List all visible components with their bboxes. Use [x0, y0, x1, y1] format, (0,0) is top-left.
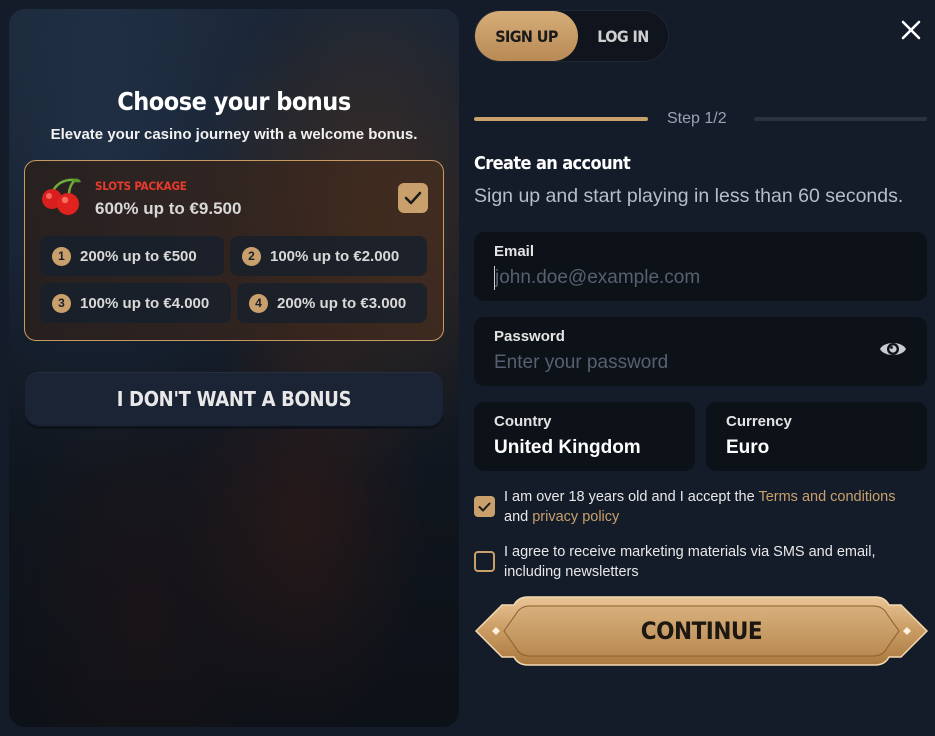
country-value: United Kingdom: [494, 437, 641, 458]
slots-package-card[interactable]: SLOTS PACKAGE 600% up to €9.500 1 200% u…: [24, 160, 444, 341]
form-subtitle: Sign up and start playing in less than 6…: [474, 185, 904, 207]
progress-bar-remaining: [754, 117, 927, 121]
deposit-text: 200% up to €3.000: [277, 294, 407, 312]
deposit-4: 4 200% up to €3.000: [237, 283, 427, 323]
close-icon[interactable]: [899, 18, 923, 42]
package-label: SLOTS PACKAGE: [95, 179, 187, 193]
country-select[interactable]: Country United Kingdom: [474, 402, 695, 471]
password-field[interactable]: Password: [474, 317, 927, 386]
currency-value: Euro: [726, 437, 770, 458]
country-label: Country: [494, 413, 552, 430]
deposit-number-badge: 4: [249, 293, 268, 313]
check-icon: [404, 191, 422, 205]
cherry-icon: [42, 178, 81, 215]
package-offer: 600% up to €9.500: [95, 199, 242, 218]
step-indicator: Step 1/2: [667, 110, 727, 127]
bonus-title: Choose your bonus: [117, 87, 351, 116]
check-icon: [478, 502, 491, 511]
email-label: Email: [494, 243, 535, 260]
privacy-policy-link[interactable]: privacy policy: [532, 509, 619, 525]
deposit-2: 2 100% up to €2.000: [230, 236, 427, 276]
deposit-number-badge: 3: [52, 293, 71, 313]
tab-sign-up[interactable]: SIGN UP: [475, 11, 578, 61]
deposit-number-badge: 2: [242, 246, 261, 266]
and-text: and: [504, 509, 533, 525]
deposit-text: 200% up to €500: [80, 247, 197, 265]
currency-label: Currency: [726, 413, 792, 430]
currency-select[interactable]: Currency Euro: [706, 402, 927, 471]
marketing-consent-text: I agree to receive marketing materials v…: [504, 544, 876, 580]
eye-icon[interactable]: [879, 338, 907, 360]
email-field[interactable]: Email: [474, 232, 927, 301]
age-consent-text: I am over 18 years old and I accept the: [504, 489, 759, 505]
auth-tabs: SIGN UP LOG IN: [474, 10, 669, 62]
no-bonus-button[interactable]: I DON'T WANT A BONUS: [25, 372, 443, 426]
bonus-subtitle: Elevate your casino journey with a welco…: [50, 126, 418, 143]
continue-button[interactable]: CONTINUE: [474, 596, 929, 666]
deposit-text: 100% up to €4.000: [80, 294, 210, 312]
deposit-number-badge: 1: [52, 246, 71, 266]
email-input[interactable]: [494, 266, 854, 290]
progress-bar-completed: [474, 117, 648, 121]
marketing-checkbox[interactable]: [474, 551, 495, 572]
age-terms-checkbox[interactable]: [474, 496, 495, 517]
age-terms-text: I am over 18 years old and I accept the …: [504, 487, 924, 527]
deposit-1: 1 200% up to €500: [40, 236, 224, 276]
bonus-panel: Choose your bonus Elevate your casino jo…: [9, 9, 459, 727]
deposit-3: 3 100% up to €4.000: [40, 283, 231, 323]
bonus-content: Choose your bonus Elevate your casino jo…: [9, 9, 459, 727]
form-title: Create an account: [474, 153, 631, 174]
continue-label: CONTINUE: [640, 617, 763, 645]
terms-link[interactable]: Terms and conditions: [758, 489, 895, 505]
tab-log-in[interactable]: LOG IN: [578, 11, 668, 61]
password-input[interactable]: [494, 351, 854, 375]
package-selected-checkbox[interactable]: [398, 183, 428, 213]
deposit-text: 100% up to €2.000: [270, 247, 400, 265]
password-label: Password: [494, 328, 565, 345]
